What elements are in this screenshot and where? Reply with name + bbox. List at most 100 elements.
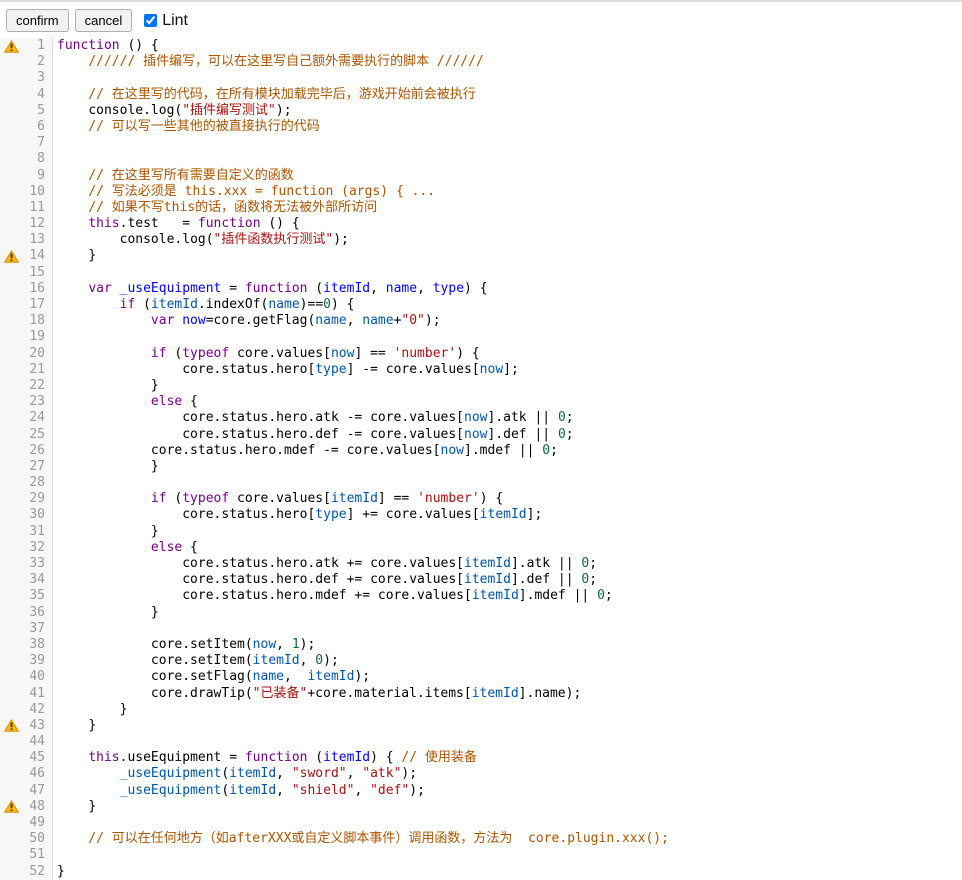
- lint-warning-icon[interactable]: [4, 719, 19, 732]
- line-number: 41: [24, 686, 52, 702]
- code-editor[interactable]: 1function () {2 ////// 插件编写，可以在这里写自己额外需要…: [0, 38, 962, 880]
- code-token: ] ==: [354, 346, 393, 361]
- code-line[interactable]: 12 this.test = function () {: [0, 216, 962, 232]
- code-line[interactable]: 1function () {: [0, 38, 962, 54]
- code-line[interactable]: 46 _useEquipment(itemId, "sword", "atk")…: [0, 766, 962, 782]
- code-line[interactable]: 5 console.log("插件编写测试");: [0, 103, 962, 119]
- indent: [57, 313, 151, 328]
- code-token: function: [198, 216, 261, 231]
- code-line[interactable]: 8: [0, 151, 962, 167]
- line-number: 24: [24, 410, 52, 426]
- lint-checkbox[interactable]: [144, 14, 157, 27]
- line-number: 37: [24, 621, 52, 637]
- code-line[interactable]: 2 ////// 插件编写，可以在这里写自己额外需要执行的脚本 //////: [0, 54, 962, 70]
- code-line[interactable]: 37: [0, 621, 962, 637]
- code-line-text: if (typeof core.values[now] == 'number')…: [52, 346, 480, 362]
- code-line[interactable]: 42 }: [0, 702, 962, 718]
- code-token: now: [441, 443, 464, 458]
- code-line-text: core.status.hero.mdef -= core.values[now…: [52, 443, 558, 459]
- code-line[interactable]: 45 this.useEquipment = function (itemId)…: [0, 750, 962, 766]
- lint-gutter-cell: [0, 151, 24, 167]
- code-line-text: // 可以在任何地方（如afterXXX或自定义脚本事件）调用函数，方法为 co…: [52, 831, 669, 847]
- code-token: .indexOf(: [198, 297, 268, 312]
- code-line[interactable]: 3: [0, 70, 962, 86]
- code-line-text: [52, 815, 57, 831]
- code-line[interactable]: 52}: [0, 864, 962, 880]
- code-line[interactable]: 39 core.setItem(itemId, 0);: [0, 653, 962, 669]
- code-line[interactable]: 41 core.drawTip("已装备"+core.material.item…: [0, 686, 962, 702]
- code-line[interactable]: 25 core.status.hero.def -= core.values[n…: [0, 427, 962, 443]
- code-token: ;: [566, 427, 574, 442]
- code-token: ,: [354, 783, 370, 798]
- code-token: }: [88, 718, 96, 733]
- indent: [57, 702, 120, 717]
- code-token: now: [464, 410, 487, 425]
- code-line[interactable]: 18 var now=core.getFlag(name, name+"0");: [0, 313, 962, 329]
- line-number: 48: [24, 799, 52, 815]
- code-line-text: this.test = function () {: [52, 216, 300, 232]
- code-line[interactable]: 34 core.status.hero.def += core.values[i…: [0, 572, 962, 588]
- lint-gutter-cell: [0, 378, 24, 394]
- code-token: ] += core.values[: [347, 507, 480, 522]
- lint-gutter-cell: [0, 265, 24, 281]
- code-line[interactable]: 27 }: [0, 459, 962, 475]
- code-line[interactable]: 35 core.status.hero.mdef += core.values[…: [0, 588, 962, 604]
- code-line[interactable]: 51: [0, 847, 962, 863]
- code-line[interactable]: 11 // 如果不写this的话，函数将无法被外部所访问: [0, 200, 962, 216]
- code-line-text: else {: [52, 394, 198, 410]
- code-line[interactable]: 48 }: [0, 799, 962, 815]
- code-line[interactable]: 38 core.setItem(now, 1);: [0, 637, 962, 653]
- code-line[interactable]: 16 var _useEquipment = function (itemId,…: [0, 281, 962, 297]
- lint-warning-icon[interactable]: [4, 800, 19, 813]
- code-line[interactable]: 9 // 在这里写所有需要自定义的函数: [0, 168, 962, 184]
- code-line[interactable]: 29 if (typeof core.values[itemId] == 'nu…: [0, 491, 962, 507]
- code-line[interactable]: 24 core.status.hero.atk -= core.values[n…: [0, 410, 962, 426]
- code-line[interactable]: 22 }: [0, 378, 962, 394]
- code-line[interactable]: 28: [0, 475, 962, 491]
- line-number: 15: [24, 265, 52, 281]
- code-line[interactable]: 43 }: [0, 718, 962, 734]
- lint-gutter-cell: [0, 669, 24, 685]
- lint-warning-icon[interactable]: [4, 40, 19, 53]
- code-line-text: var _useEquipment = function (itemId, na…: [52, 281, 488, 297]
- code-line[interactable]: 40 core.setFlag(name, itemId);: [0, 669, 962, 685]
- code-line[interactable]: 32 else {: [0, 540, 962, 556]
- code-line-text: core.drawTip("已装备"+core.material.items[i…: [52, 686, 581, 702]
- code-line[interactable]: 4 // 在这里写的代码，在所有模块加载完毕后，游戏开始前会被执行: [0, 87, 962, 103]
- lint-warning-icon[interactable]: [4, 250, 19, 263]
- code-line[interactable]: 30 core.status.hero[type] += core.values…: [0, 507, 962, 523]
- code-line[interactable]: 6 // 可以写一些其他的被直接执行的代码: [0, 119, 962, 135]
- code-line[interactable]: 15: [0, 265, 962, 281]
- code-line[interactable]: 7: [0, 135, 962, 151]
- code-line[interactable]: 17 if (itemId.indexOf(name)==0) {: [0, 297, 962, 313]
- code-token: now: [331, 346, 354, 361]
- code-token: now: [253, 637, 276, 652]
- code-line[interactable]: 13 console.log("插件函数执行测试");: [0, 232, 962, 248]
- confirm-button[interactable]: confirm: [6, 9, 69, 32]
- indent: [57, 750, 88, 765]
- code-line[interactable]: 19: [0, 329, 962, 345]
- code-line-text: console.log("插件编写测试");: [52, 103, 292, 119]
- code-line[interactable]: 26 core.status.hero.mdef -= core.values[…: [0, 443, 962, 459]
- code-token: }: [151, 524, 159, 539]
- code-line[interactable]: 23 else {: [0, 394, 962, 410]
- code-line[interactable]: 33 core.status.hero.atk += core.values[i…: [0, 556, 962, 572]
- code-token: else: [151, 540, 182, 555]
- code-line[interactable]: 31 }: [0, 524, 962, 540]
- code-line[interactable]: 49: [0, 815, 962, 831]
- code-token: // 在这里写的代码，在所有模块加载完毕后，游戏开始前会被执行: [88, 87, 475, 102]
- code-line[interactable]: 36 }: [0, 605, 962, 621]
- code-line[interactable]: 14 }: [0, 248, 962, 264]
- code-token: type: [315, 362, 346, 377]
- code-line[interactable]: 44: [0, 734, 962, 750]
- cancel-button[interactable]: cancel: [75, 9, 133, 32]
- code-line[interactable]: 20 if (typeof core.values[now] == 'numbe…: [0, 346, 962, 362]
- code-line[interactable]: 21 core.status.hero[type] -= core.values…: [0, 362, 962, 378]
- code-line-text: core.status.hero.atk += core.values[item…: [52, 556, 597, 572]
- code-token: now: [182, 313, 205, 328]
- lint-gutter-cell: [0, 38, 24, 54]
- code-line[interactable]: 47 _useEquipment(itemId, "shield", "def"…: [0, 783, 962, 799]
- code-token: ];: [503, 362, 519, 377]
- code-line[interactable]: 10 // 写法必须是 this.xxx = function (args) {…: [0, 184, 962, 200]
- code-line[interactable]: 50 // 可以在任何地方（如afterXXX或自定义脚本事件）调用函数，方法为…: [0, 831, 962, 847]
